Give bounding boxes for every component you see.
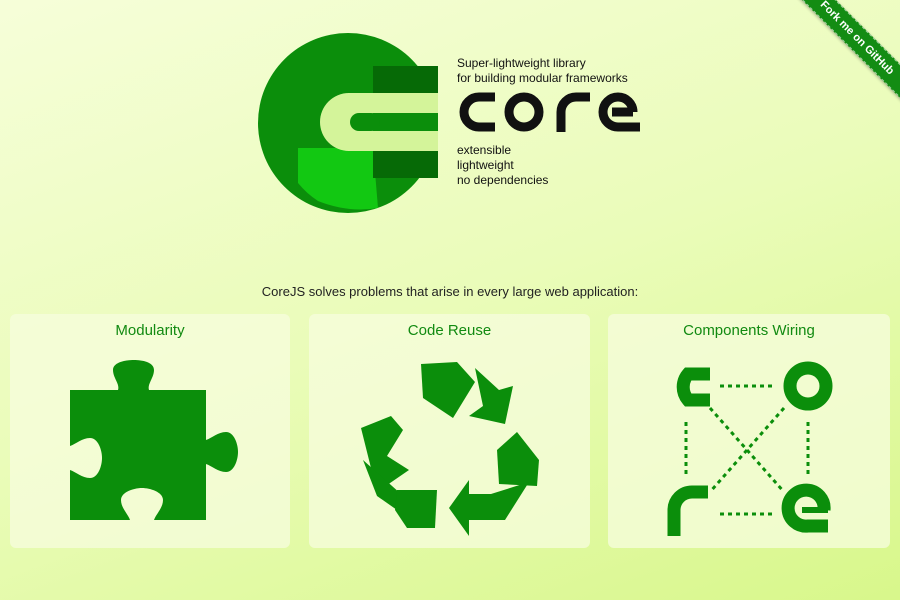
puzzle-piece-icon <box>70 360 238 520</box>
intro-text: CoreJS solves problems that arise in eve… <box>261 284 639 299</box>
card-title: Modularity <box>115 322 185 339</box>
feature-list: extensible lightweight no dependencies <box>457 143 548 188</box>
tagline: Super-lightweight library for building m… <box>457 56 628 86</box>
feature-item: no dependencies <box>457 173 549 187</box>
tagline-line-2: for building modular frameworks <box>457 71 628 85</box>
core-wordmark-logo <box>459 92 640 132</box>
card-title: Code Reuse <box>407 322 492 339</box>
card-title: Components Wiring <box>683 322 815 339</box>
feature-item: extensible <box>457 143 512 157</box>
feature-item: lightweight <box>457 158 514 172</box>
tagline-line-1: Super-lightweight library <box>457 56 586 70</box>
core-logo-icon <box>258 33 438 213</box>
card-code-reuse: Code Reuse <box>309 314 590 548</box>
recycle-icon <box>361 362 539 536</box>
fork-me-on-github-link[interactable]: Fork me on GitHub <box>790 0 900 107</box>
card-modularity: Modularity <box>10 314 290 548</box>
github-ribbon: Fork me on GitHub <box>790 0 900 110</box>
card-components-wiring: Components Wiring <box>608 314 890 548</box>
components-wiring-icon <box>667 361 833 536</box>
